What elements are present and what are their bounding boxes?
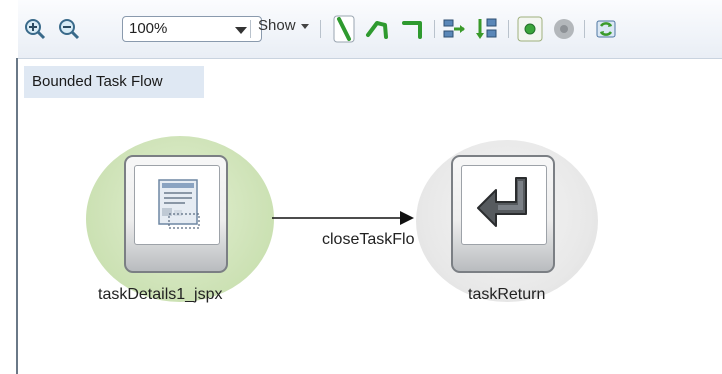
- toolbar-separator: [320, 20, 321, 38]
- show-menu-button[interactable]: Show: [258, 17, 309, 34]
- toolbar-separator: [584, 20, 585, 38]
- line-elbow-icon: [366, 21, 388, 39]
- node-label-taskdetails: taskDetails1_jspx: [98, 286, 223, 303]
- line-elbow-alt-icon: [402, 21, 422, 39]
- zoom-in-icon: [25, 19, 46, 40]
- caret-down-icon: [300, 23, 309, 29]
- layout-horizontal-icon: [443, 19, 465, 38]
- straight-line-button[interactable]: [332, 12, 356, 46]
- zoom-in-button[interactable]: [22, 12, 48, 46]
- task-flow-title: Bounded Task Flow: [24, 66, 204, 98]
- grey-dot-icon: [554, 19, 574, 39]
- disabled-state-toggle[interactable]: [550, 12, 578, 46]
- diagram-toolbar: 100% Show: [18, 0, 722, 59]
- arrowhead-icon: [400, 211, 414, 225]
- horizontal-layout-button[interactable]: [442, 12, 468, 46]
- return-arrow-icon: [477, 177, 527, 227]
- refresh-button[interactable]: [592, 12, 620, 46]
- toolbar-separator: [508, 20, 509, 38]
- chevron-down-icon: [235, 27, 247, 34]
- canvas-left-border: [16, 58, 18, 374]
- elbow-line-button[interactable]: [364, 12, 392, 46]
- green-dot-icon: [517, 16, 543, 42]
- zoom-level-value: 100%: [129, 20, 168, 37]
- task-flow-return-node[interactable]: [451, 155, 555, 273]
- zoom-out-button[interactable]: [56, 12, 82, 46]
- jspx-page-icon: [158, 179, 200, 229]
- zoom-out-icon: [59, 19, 80, 40]
- line-straight-icon: [333, 15, 355, 43]
- zoom-level-select[interactable]: 100%: [122, 16, 262, 42]
- vertical-layout-button[interactable]: [474, 12, 500, 46]
- layout-vertical-icon: [476, 18, 497, 39]
- right-angle-line-button[interactable]: [400, 12, 426, 46]
- return-icon-frame: [461, 165, 547, 245]
- toolbar-separator: [434, 20, 435, 38]
- toolbar-separator: [250, 20, 251, 38]
- view-activity-node[interactable]: [124, 155, 228, 273]
- show-menu-label: Show: [258, 17, 296, 34]
- node-label-taskreturn: taskReturn: [468, 286, 546, 303]
- refresh-icon: [596, 20, 616, 38]
- view-icon-frame: [134, 165, 220, 245]
- show-activity-toggle[interactable]: [516, 12, 544, 46]
- edge-label: closeTaskFlo: [322, 231, 415, 248]
